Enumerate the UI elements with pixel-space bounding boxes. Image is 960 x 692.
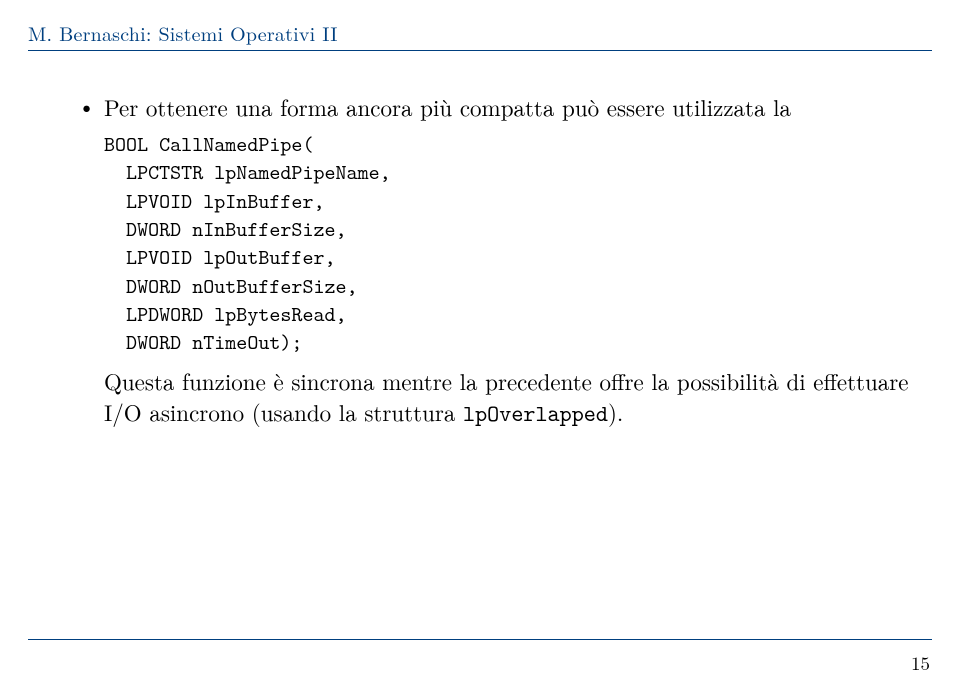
- paragraph-2: Questa funzione è sincrona mentre la pre…: [104, 365, 932, 430]
- code-line-2: LPVOID lpInBuffer,: [104, 187, 325, 215]
- p2-a: Questa funzione: [104, 364, 273, 397]
- bullet-marker: •: [78, 91, 104, 122]
- intro-line: Per ottenere una forma ancora più compat…: [104, 91, 932, 122]
- p2-accent1: è: [273, 364, 283, 397]
- code-line-3: DWORD nInBufferSize,: [104, 215, 347, 243]
- code-block: BOOL CallNamedPipe( LPCTSTR lpNamedPipeN…: [104, 130, 932, 357]
- p2-d: ).: [608, 395, 623, 428]
- p2-code: lpOverlapped: [463, 399, 608, 429]
- intro-part3: essere utilizzata la: [599, 90, 791, 123]
- header-text: M. Bernaschi: Sistemi Operativi II: [28, 18, 932, 50]
- bullet-item: • Per ottenere una forma ancora più comp…: [78, 91, 932, 430]
- code-line-6: LPDWORD lpBytesRead,: [104, 300, 347, 328]
- code-line-1: LPCTSTR lpNamedPipeName,: [104, 158, 391, 186]
- code-line-7: DWORD nTimeOut);: [104, 328, 302, 356]
- p2-accent2: à: [767, 364, 779, 397]
- footer-rule: [28, 639, 932, 640]
- intro-part2: compatta pu: [452, 90, 587, 123]
- content-area: • Per ottenere una forma ancora più comp…: [28, 51, 932, 430]
- intro-accent1: ù: [439, 90, 452, 123]
- intro-accent2: ò: [588, 90, 600, 123]
- page: M. Bernaschi: Sistemi Operativi II • Per…: [0, 0, 960, 692]
- code-line-5: DWORD nOutBufferSize,: [104, 272, 358, 300]
- bullet-body: Per ottenere una forma ancora più compat…: [104, 91, 932, 430]
- page-number: 15: [911, 649, 930, 676]
- intro-part1: Per ottenere una forma ancora pi: [104, 90, 439, 123]
- p2-b: sincrona mentre la precedente offre la p…: [284, 364, 768, 397]
- code-line-0: BOOL CallNamedPipe(: [104, 130, 313, 158]
- code-line-4: LPVOID lpOutBuffer,: [104, 243, 336, 271]
